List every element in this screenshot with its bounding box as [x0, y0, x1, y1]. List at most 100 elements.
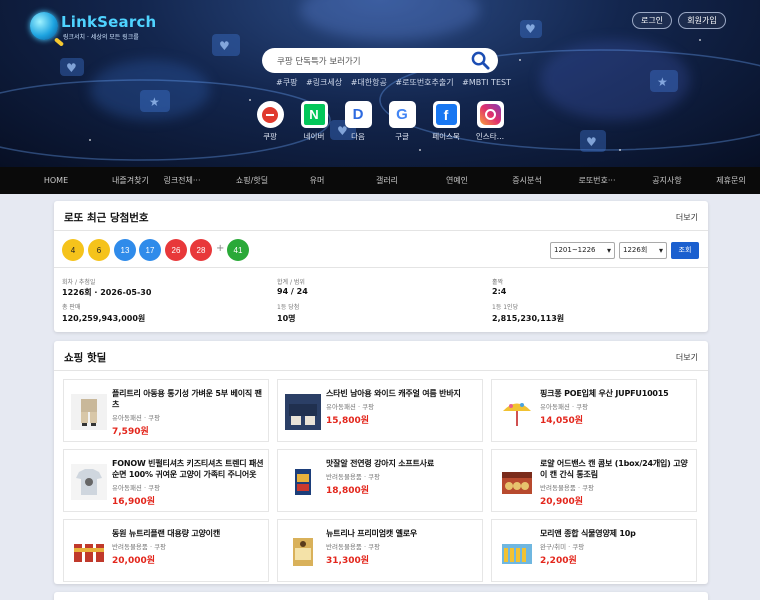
hashtag-link[interactable]: #대한항공 [351, 78, 387, 87]
lotto-more-link[interactable]: 더보기 [676, 212, 698, 223]
product-category: 반려동물용품 · 쿠팡 [112, 543, 167, 551]
product-price: 14,050원 [540, 416, 584, 426]
product-category: 반려동물용품 · 쿠팡 [326, 543, 381, 551]
product-price: 20,000원 [112, 556, 156, 566]
portal-instagram[interactable]: 인스타… [471, 101, 509, 142]
product-price: 18,800원 [326, 486, 370, 496]
search-icon[interactable] [471, 51, 490, 70]
product-card[interactable]: FONOW 빈펄티셔츠 키즈티셔츠 트렌디 패션 순면 100% 귀여운 고양이… [63, 449, 269, 512]
google-icon: G [388, 101, 416, 128]
portal-label: 네이버 [303, 132, 325, 141]
product-card[interactable]: 로얄 어드밴스 캔 콤보 (1box/24개입) 고양이 캔 간식 통조림 반려… [491, 449, 697, 512]
product-name: FONOW 빈펄티셔츠 키즈티셔츠 트렌디 패션 순면 100% 귀여운 고양이… [112, 459, 264, 479]
svg-text:♥: ♥ [586, 135, 597, 149]
nav-item-celebrities[interactable]: 연예인 [422, 167, 492, 194]
divider [54, 370, 708, 371]
hashtag-link[interactable]: #MBTI TEST [462, 78, 511, 87]
portal-label: 구글 [395, 132, 409, 141]
product-card[interactable]: 핑크퐁 POE입체 우산 JUPFU10015 유아동패션 · 쿠팡 14,05… [491, 379, 697, 442]
hashtag-link[interactable]: #링크세상 [306, 78, 342, 87]
lotto-ball: 6 [88, 239, 110, 261]
lotto-title: 로또 최근 당첨번호 [64, 212, 149, 224]
product-card[interactable]: 모리앤 종합 식물영양제 10p 완구/취미 · 쿠팡 2,200원 [491, 519, 697, 582]
svg-text:♥: ♥ [219, 39, 230, 53]
svg-text:♥: ♥ [66, 61, 77, 75]
nav-item-stock-analysis[interactable]: 증시분석 [492, 167, 562, 194]
svg-text:★: ★ [657, 75, 668, 89]
range-select[interactable]: 1201~1226 [550, 242, 615, 259]
hashtag-list: #쿠팡 #링크세상 #대한항공 #로또번호추출기 #MBTI TEST [276, 77, 517, 88]
product-card[interactable]: 플리트리 아동용 통기성 가벼운 5부 베이직 팬츠 유아동패션 · 쿠팡 7,… [63, 379, 269, 442]
lotto-bonus-ball: 41 [227, 239, 249, 261]
lotto-ball: 17 [139, 239, 161, 261]
product-thumbnail [499, 534, 535, 570]
product-category: 유아동패션 · 쿠팡 [326, 403, 375, 411]
stat-value: 2,815,230,113원 [492, 314, 565, 323]
portal-coupang[interactable]: 쿠팡 [251, 101, 289, 142]
search-bar[interactable]: 쿠팡 단독특가 보러가기 [262, 48, 498, 73]
lotto-ball: 26 [165, 239, 187, 261]
portal-facebook[interactable]: f 페이스북 [427, 101, 465, 142]
stat-value: 1226회 · 2026-05-30 [62, 288, 152, 297]
daum-icon: D [344, 101, 372, 128]
divider [54, 230, 708, 231]
product-thumbnail [285, 394, 321, 430]
product-name: 동원 뉴트리플랜 대용량 고양이캔 [112, 529, 220, 538]
stat-value: 2:4 [492, 287, 507, 296]
product-thumbnail [285, 464, 321, 500]
product-category: 반려동물용품 · 쿠팡 [540, 484, 595, 492]
product-thumbnail [71, 464, 107, 500]
svg-text:♥: ♥ [525, 22, 536, 36]
lotto-ball: 4 [62, 239, 84, 261]
product-card[interactable]: 스타빈 남아용 와이드 캐주얼 여름 반바지 유아동패션 · 쿠팡 15,800… [277, 379, 483, 442]
magnifier-globe-icon [30, 12, 58, 40]
product-name: 플리트리 아동용 통기성 가벼운 5부 베이직 팬츠 [112, 389, 262, 409]
nav-item-humor[interactable]: 유머 [282, 167, 352, 194]
divider [54, 267, 708, 268]
portal-naver[interactable]: N 네이버 [295, 101, 333, 142]
lotto-ball: 28 [190, 239, 212, 261]
product-name: 모리앤 종합 식물영양제 10p [540, 529, 636, 538]
stat-value: 94 / 24 [277, 287, 308, 296]
nav-item-shopping[interactable]: 쇼핑/핫딜 [222, 167, 282, 194]
login-button[interactable]: 로그인 [632, 12, 672, 29]
search-input[interactable]: 쿠팡 단독특가 보러가기 [277, 55, 361, 67]
product-category: 유아동패션 · 쿠팡 [112, 414, 161, 422]
stat-label: 홀짝 [492, 279, 504, 286]
nav-item-lotto[interactable]: 로또번호··· [562, 167, 632, 194]
product-price: 20,900원 [540, 497, 584, 507]
stat-value: 120,259,943,000원 [62, 314, 146, 323]
svg-text:★: ★ [149, 95, 160, 109]
nav-item-all-links[interactable]: 링크전체··· [142, 167, 222, 194]
portal-label: 페이스북 [432, 132, 460, 141]
product-card[interactable]: 맛잘알 전연령 강아지 소프트사료 반려동물용품 · 쿠팡 18,800원 [277, 449, 483, 512]
signup-button[interactable]: 회원가입 [678, 12, 726, 29]
shopping-more-link[interactable]: 더보기 [676, 352, 698, 363]
product-name: 핑크퐁 POE입체 우산 JUPFU10015 [540, 389, 669, 398]
portal-daum[interactable]: D 다음 [339, 101, 377, 142]
nav-item-favorites[interactable]: 내즐겨찾기 [112, 167, 149, 194]
portal-google[interactable]: G 구글 [383, 101, 421, 142]
product-card[interactable]: 동원 뉴트리플랜 대용량 고양이캔 반려동물용품 · 쿠팡 20,000원 [63, 519, 269, 582]
product-thumbnail [285, 534, 321, 570]
stat-label: 회차 / 추첨일 [62, 279, 96, 286]
hashtag-link[interactable]: #쿠팡 [276, 78, 297, 87]
hashtag-link[interactable]: #로또번호추출기 [395, 78, 453, 87]
nav-item-gallery[interactable]: 갤러리 [352, 167, 422, 194]
shopping-title: 쇼핑 핫딜 [64, 352, 107, 364]
product-price: 15,800원 [326, 416, 370, 426]
lotto-ball: 13 [114, 239, 136, 261]
instagram-icon [476, 101, 504, 128]
nav-item-notice[interactable]: 공지사항 [632, 167, 702, 194]
round-select[interactable]: 1226회 [619, 242, 667, 259]
product-thumbnail [499, 394, 535, 430]
nav-item-partnership[interactable]: 제휴문의 [702, 167, 760, 194]
product-card[interactable]: 뉴트리나 프리미엄캣 옐로우 반려동물용품 · 쿠팡 31,300원 [277, 519, 483, 582]
facebook-icon: f [432, 101, 460, 128]
nav-item-home[interactable]: HOME [0, 167, 112, 194]
naver-icon: N [300, 101, 328, 128]
logo-name: LinkSearch [61, 13, 157, 31]
logo-tagline: 링크서치 · 세상의 모든 링크를 [63, 34, 139, 41]
site-logo[interactable]: LinkSearch 링크서치 · 세상의 모든 링크를 [30, 10, 156, 44]
query-button[interactable]: 조회 [671, 242, 699, 259]
